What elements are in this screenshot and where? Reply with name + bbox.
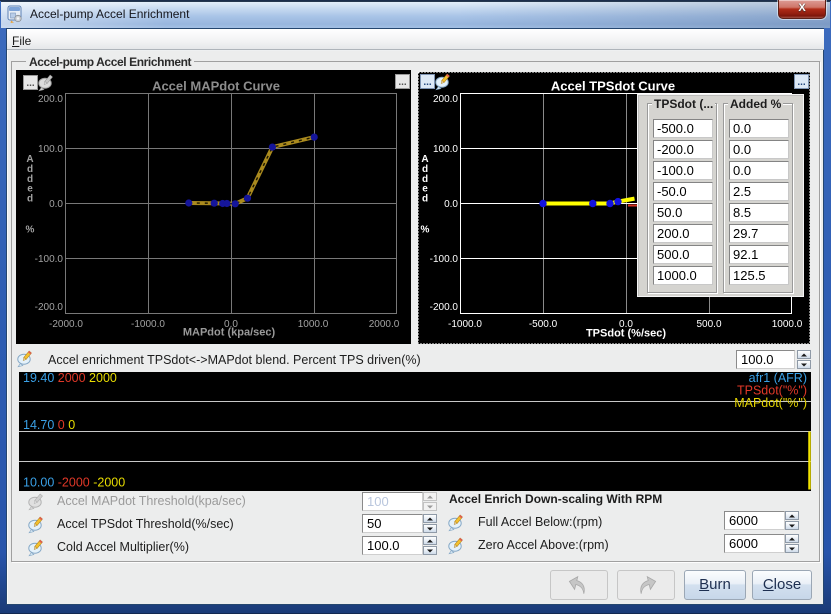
svg-text:-500.0: -500.0 [529,319,558,330]
svg-text:TPSdot (%/sec): TPSdot (%/sec) [586,328,666,340]
svg-text:%: % [26,225,35,236]
svg-text:14.70 0 0: 14.70 0 0 [23,418,75,432]
svg-text:Accel MAPdot Curve: Accel MAPdot Curve [152,79,280,94]
svg-text:1000.0: 1000.0 [298,319,329,330]
svg-text:-1000.0: -1000.0 [131,319,165,330]
svg-text:...: ... [26,78,35,89]
svg-text:-200.0: -200.0 [430,302,459,313]
svg-text:2000.0: 2000.0 [369,319,400,330]
svg-text:%: % [421,225,430,236]
svg-text:Accel TPSdot Curve: Accel TPSdot Curve [551,79,675,94]
svg-text:1000.0: 1000.0 [772,319,803,330]
svg-text:100.0: 100.0 [38,144,63,155]
svg-text:10.00 -2000 -2000: 10.00 -2000 -2000 [23,476,125,490]
svg-text:...: ... [797,77,806,88]
svg-text:d: d [27,194,33,205]
svg-text:200.0: 200.0 [38,94,63,105]
svg-text:200.0: 200.0 [433,94,458,105]
svg-text:0.0: 0.0 [444,199,458,210]
svg-text:0.0: 0.0 [49,199,63,210]
svg-text:100.0: 100.0 [433,144,458,155]
svg-text:-100.0: -100.0 [35,254,64,265]
svg-text:-1000.0: -1000.0 [448,319,482,330]
svg-text:19.40 2000 2000: 19.40 2000 2000 [23,372,117,385]
svg-text:d: d [422,194,428,205]
svg-text:MAPdot("%"): MAPdot("%") [734,396,807,410]
svg-text:-2000.0: -2000.0 [49,319,83,330]
svg-text:-100.0: -100.0 [430,254,459,265]
svg-text:-200.0: -200.0 [35,302,64,313]
svg-text:...: ... [423,77,432,88]
svg-text:MAPdot (kpa/sec): MAPdot (kpa/sec) [183,327,276,339]
svg-text:...: ... [398,77,407,88]
svg-text:500.0: 500.0 [696,319,721,330]
